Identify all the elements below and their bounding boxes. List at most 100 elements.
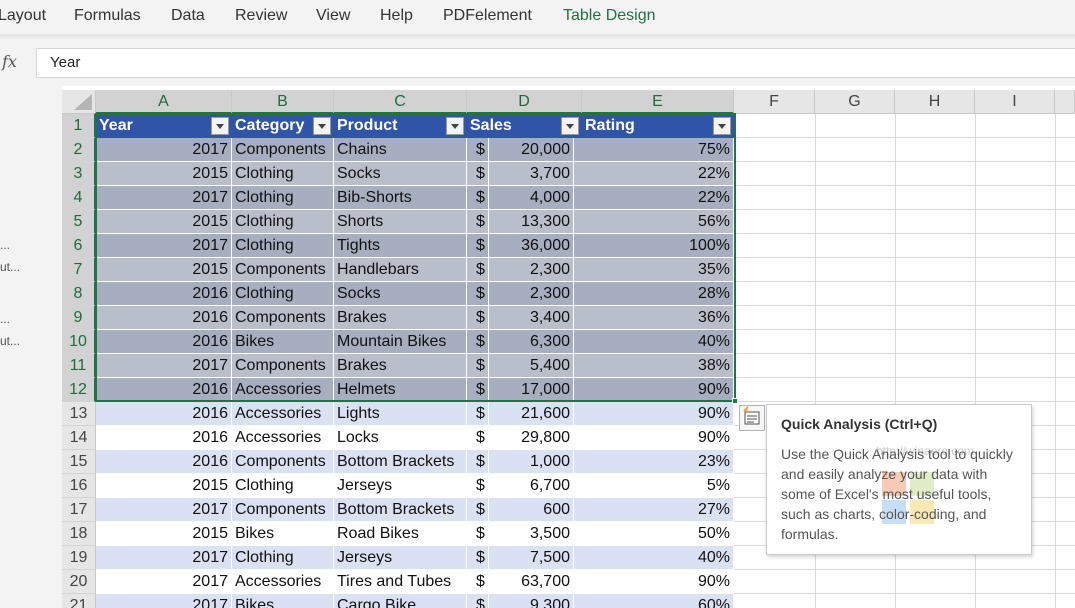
tab-review[interactable]: Review — [235, 7, 287, 25]
cell-product[interactable]: Shorts — [334, 210, 467, 234]
cell-rating[interactable]: 90% — [582, 426, 734, 450]
cell-rating[interactable]: 22% — [582, 186, 734, 210]
tab-pdfelement[interactable]: PDFelement — [443, 7, 532, 25]
row-header-6[interactable]: 6 — [62, 234, 96, 258]
cell-rating[interactable]: 36% — [582, 306, 734, 330]
column-header-g[interactable]: G — [815, 90, 895, 114]
row-header-21[interactable]: 21 — [62, 594, 96, 608]
row-header-13[interactable]: 13 — [62, 402, 96, 426]
row-header-14[interactable]: 14 — [62, 426, 96, 450]
cell-rating[interactable]: 90% — [582, 570, 734, 594]
row-header-19[interactable]: 19 — [62, 546, 96, 570]
cell-category[interactable]: Bikes — [232, 522, 334, 546]
cell-product[interactable]: Locks — [334, 426, 467, 450]
cell-category[interactable]: Clothing — [232, 282, 334, 306]
filter-dropdown-icon[interactable] — [561, 117, 579, 135]
cell-year[interactable]: 2015 — [96, 522, 232, 546]
row-header-15[interactable]: 15 — [62, 450, 96, 474]
cell-year[interactable]: 2017 — [96, 186, 232, 210]
cell-product[interactable]: Bottom Brackets — [334, 498, 467, 522]
row-header-10[interactable]: 10 — [62, 330, 96, 354]
cell-rating[interactable]: 50% — [582, 522, 734, 546]
cell-product[interactable]: Tights — [334, 234, 467, 258]
cell-year[interactable]: 2017 — [96, 498, 232, 522]
cell-category[interactable]: Bikes — [232, 330, 334, 354]
cell-product[interactable]: Road Bikes — [334, 522, 467, 546]
cell-product[interactable]: Cargo Bike — [334, 594, 467, 608]
cell-year[interactable]: 2015 — [96, 162, 232, 186]
cell-product[interactable]: Jerseys — [334, 546, 467, 570]
cell-product[interactable]: Lights — [334, 402, 467, 426]
cell-rating[interactable]: 35% — [582, 258, 734, 282]
column-header-i[interactable]: I — [975, 90, 1055, 114]
cell-category[interactable]: Clothing — [232, 186, 334, 210]
cell-rating[interactable]: 40% — [582, 546, 734, 570]
filter-dropdown-icon[interactable] — [446, 117, 464, 135]
row-header-9[interactable]: 9 — [62, 306, 96, 330]
cell-category[interactable]: Accessories — [232, 402, 334, 426]
cell-year[interactable]: 2016 — [96, 282, 232, 306]
cell-rating[interactable]: 5% — [582, 474, 734, 498]
cell-year[interactable]: 2017 — [96, 138, 232, 162]
row-header-18[interactable]: 18 — [62, 522, 96, 546]
cell-product[interactable]: Jerseys — [334, 474, 467, 498]
cell-rating[interactable]: 27% — [582, 498, 734, 522]
row-header-20[interactable]: 20 — [62, 570, 96, 594]
tab-data[interactable]: Data — [171, 7, 205, 25]
cell-rating[interactable]: 23% — [582, 450, 734, 474]
cell-category[interactable]: Clothing — [232, 474, 334, 498]
column-header-e[interactable]: E — [582, 90, 734, 114]
cell-product[interactable]: Tires and Tubes — [334, 570, 467, 594]
cell-rating[interactable]: 100% — [582, 234, 734, 258]
cell-category[interactable]: Clothing — [232, 162, 334, 186]
tab-page-layout[interactable]: Layout — [0, 7, 46, 25]
column-header-d[interactable]: D — [467, 90, 582, 114]
cell-product[interactable]: Mountain Bikes — [334, 330, 467, 354]
cell-year[interactable]: 2016 — [96, 378, 232, 402]
cell-category[interactable]: Components — [232, 138, 334, 162]
cell-year[interactable]: 2017 — [96, 546, 232, 570]
row-header-1[interactable]: 1 — [62, 114, 96, 138]
tab-table-design[interactable]: Table Design — [563, 7, 656, 25]
cell-product[interactable]: Helmets — [334, 378, 467, 402]
cell-year[interactable]: 2017 — [96, 354, 232, 378]
row-header-8[interactable]: 8 — [62, 282, 96, 306]
row-header-5[interactable]: 5 — [62, 210, 96, 234]
cell-category[interactable]: Clothing — [232, 234, 334, 258]
tab-help[interactable]: Help — [380, 7, 413, 25]
column-header-f[interactable]: F — [734, 90, 815, 114]
cell-year[interactable]: 2016 — [96, 450, 232, 474]
cell-product[interactable]: Chains — [334, 138, 467, 162]
cell-rating[interactable]: 90% — [582, 402, 734, 426]
row-header-17[interactable]: 17 — [62, 498, 96, 522]
cell-product[interactable]: Brakes — [334, 354, 467, 378]
formula-input[interactable] — [36, 48, 1075, 78]
cell-rating[interactable]: 38% — [582, 354, 734, 378]
cell-category[interactable]: Clothing — [232, 210, 334, 234]
cell-year[interactable]: 2015 — [96, 474, 232, 498]
fill-handle[interactable] — [732, 398, 738, 404]
cell-product[interactable]: Bottom Brackets — [334, 450, 467, 474]
cell-year[interactable]: 2017 — [96, 594, 232, 608]
column-header-h[interactable]: H — [895, 90, 975, 114]
cell-rating[interactable]: 40% — [582, 330, 734, 354]
tab-view[interactable]: View — [316, 7, 350, 25]
column-header-c[interactable]: C — [334, 90, 467, 114]
filter-dropdown-icon[interactable] — [211, 117, 229, 135]
cell-category[interactable]: Accessories — [232, 426, 334, 450]
cell-product[interactable]: Socks — [334, 162, 467, 186]
quick-analysis-button[interactable] — [739, 405, 765, 431]
cell-category[interactable]: Accessories — [232, 570, 334, 594]
cell-year[interactable]: 2015 — [96, 258, 232, 282]
row-header-7[interactable]: 7 — [62, 258, 96, 282]
cell-category[interactable]: Components — [232, 306, 334, 330]
column-header-b[interactable]: B — [232, 90, 334, 114]
row-header-12[interactable]: 12 — [62, 378, 96, 402]
insert-function-icon[interactable]: fx — [0, 52, 30, 74]
cell-year[interactable]: 2016 — [96, 330, 232, 354]
filter-dropdown-icon[interactable] — [713, 117, 731, 135]
row-header-3[interactable]: 3 — [62, 162, 96, 186]
cell-year[interactable]: 2017 — [96, 570, 232, 594]
cell-category[interactable]: Components — [232, 354, 334, 378]
cell-rating[interactable]: 28% — [582, 282, 734, 306]
